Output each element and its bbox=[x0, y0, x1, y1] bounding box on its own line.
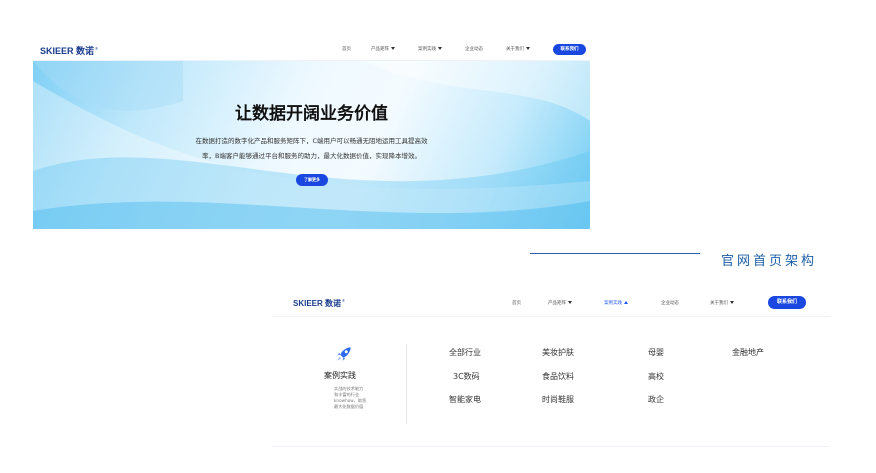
chevron-down-icon bbox=[438, 47, 442, 50]
hero-description-line: 在数据打造的数字化产品和服务矩阵下，C端用户可以畅通无阻地运用工具提高效 bbox=[195, 137, 428, 145]
caption-divider bbox=[530, 253, 700, 254]
nav-item-cases[interactable]: 案例实践 bbox=[604, 300, 628, 306]
top-nav-bar: SKIEER 数诺® 首页 产品矩阵 案例实践 企业动态 关于我们 联系我们 bbox=[272, 289, 830, 317]
nav-item-home[interactable]: 首页 bbox=[512, 300, 521, 306]
brand-logo[interactable]: SKIEER 数诺® bbox=[40, 44, 98, 57]
chevron-down-icon bbox=[568, 301, 572, 304]
cases-dropdown-screenshot: SKIEER 数诺® 首页 产品矩阵 案例实践 企业动态 关于我们 联系我们 案… bbox=[272, 289, 830, 449]
nav-item-products[interactable]: 产品矩阵 bbox=[371, 46, 395, 52]
hero-title: 让数据开阔业务价值 bbox=[235, 104, 388, 124]
column-divider bbox=[406, 344, 407, 424]
industry-link[interactable]: 时尚鞋服 bbox=[542, 394, 574, 405]
industry-link[interactable]: 母婴 bbox=[648, 347, 664, 358]
rocket-icon bbox=[337, 347, 351, 361]
chevron-up-icon bbox=[624, 301, 628, 304]
nav-item-about[interactable]: 关于我们 bbox=[710, 300, 734, 306]
nav-item-home[interactable]: 首页 bbox=[342, 46, 351, 52]
industry-link[interactable]: 全部行业 bbox=[449, 347, 481, 358]
industry-link[interactable]: 食品饮料 bbox=[542, 371, 574, 382]
chevron-down-icon bbox=[391, 47, 395, 50]
industry-link[interactable]: 3C数码 bbox=[453, 371, 480, 382]
industry-link[interactable]: 金融地产 bbox=[732, 347, 764, 358]
nav-item-news[interactable]: 企业动态 bbox=[661, 300, 679, 306]
brand-logo[interactable]: SKIEER 数诺® bbox=[293, 298, 345, 309]
category-description: 实战的技术能力 和丰富的行业 knowhow，助您 最大化数据价值 bbox=[334, 386, 367, 409]
chevron-down-icon bbox=[526, 47, 530, 50]
homepage-screenshot: SKIEER 数诺® 首页 产品矩阵 案例实践 企业动态 关于我们 联系我们 让… bbox=[33, 39, 590, 229]
hero-description-line: 率，B端客户能够通过平台和服务的助力，最大化数据价值，实现降本增效。 bbox=[202, 152, 421, 160]
learn-more-button[interactable]: 了解更多 bbox=[296, 174, 328, 186]
chevron-down-icon bbox=[730, 301, 734, 304]
industry-link[interactable]: 美妆护肤 bbox=[542, 347, 574, 358]
industry-link[interactable]: 智能家电 bbox=[449, 394, 481, 405]
nav-item-cases[interactable]: 案例实践 bbox=[418, 46, 442, 52]
nav-item-products[interactable]: 产品矩阵 bbox=[548, 300, 572, 306]
contact-button[interactable]: 联系我们 bbox=[768, 296, 806, 309]
dropdown-bottom-divider bbox=[272, 446, 830, 447]
contact-button[interactable]: 联系我们 bbox=[553, 44, 586, 55]
industry-link[interactable]: 高校 bbox=[648, 371, 664, 382]
hero-banner: 让数据开阔业务价值 在数据打造的数字化产品和服务矩阵下，C端用户可以畅通无阻地运… bbox=[33, 61, 590, 229]
top-nav-bar: SKIEER 数诺® 首页 产品矩阵 案例实践 企业动态 关于我们 联系我们 bbox=[33, 39, 590, 61]
industry-link[interactable]: 政企 bbox=[648, 394, 664, 405]
section-caption: 官网首页架构 bbox=[721, 254, 818, 269]
wave-decoration bbox=[33, 61, 590, 229]
nav-item-news[interactable]: 企业动态 bbox=[465, 46, 483, 52]
category-title: 案例实践 bbox=[324, 371, 356, 380]
nav-item-about[interactable]: 关于我们 bbox=[506, 46, 530, 52]
